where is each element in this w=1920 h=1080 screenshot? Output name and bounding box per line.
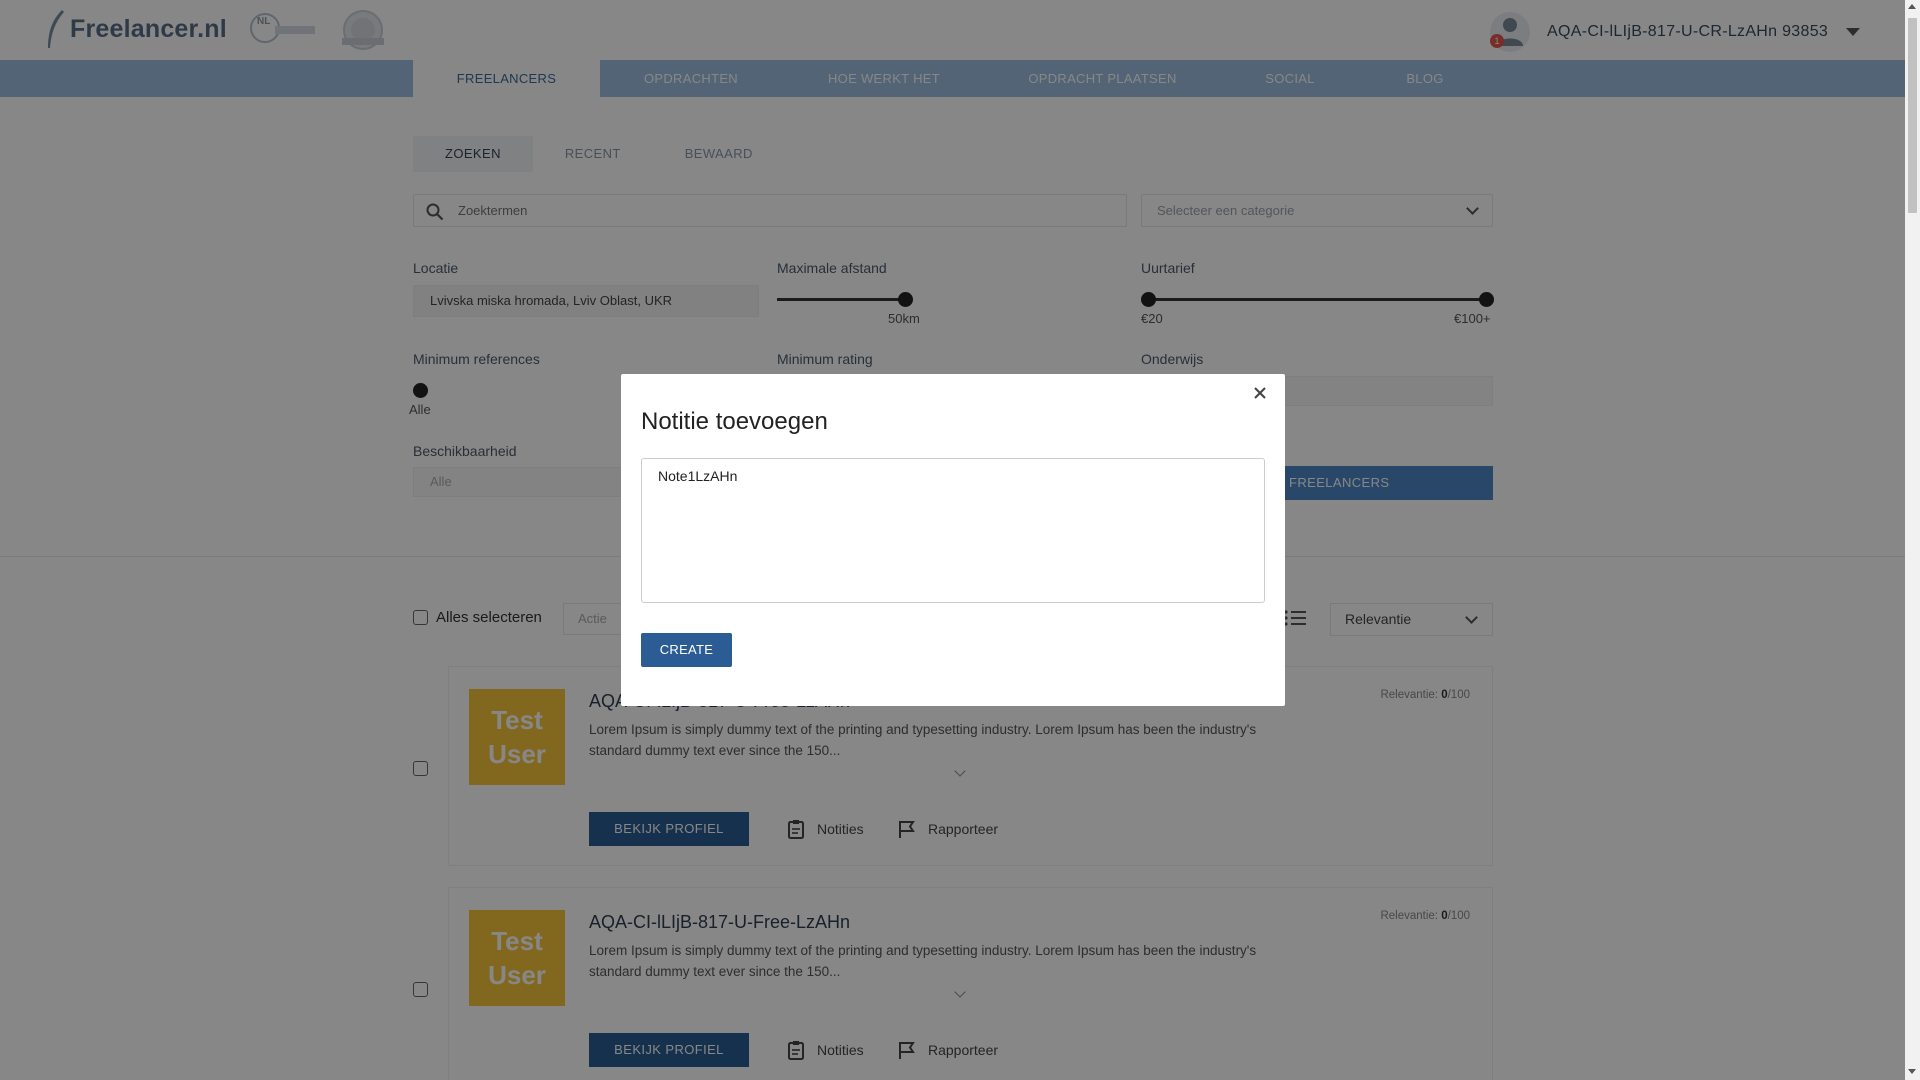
scroll-down-arrow-icon[interactable] bbox=[1908, 1069, 1916, 1074]
dialog-title: Notitie toevoegen bbox=[641, 408, 828, 435]
page-scrollbar[interactable] bbox=[1905, 0, 1920, 1080]
scrollbar-thumb[interactable] bbox=[1908, 18, 1917, 213]
create-button[interactable]: CREATE bbox=[641, 633, 732, 667]
note-textarea[interactable]: Note1LzAHn bbox=[641, 458, 1265, 603]
add-note-dialog: Notitie toevoegen Note1LzAHn CREATE bbox=[621, 374, 1285, 706]
scroll-up-arrow-icon[interactable] bbox=[1908, 4, 1916, 9]
close-icon[interactable] bbox=[1253, 386, 1267, 400]
